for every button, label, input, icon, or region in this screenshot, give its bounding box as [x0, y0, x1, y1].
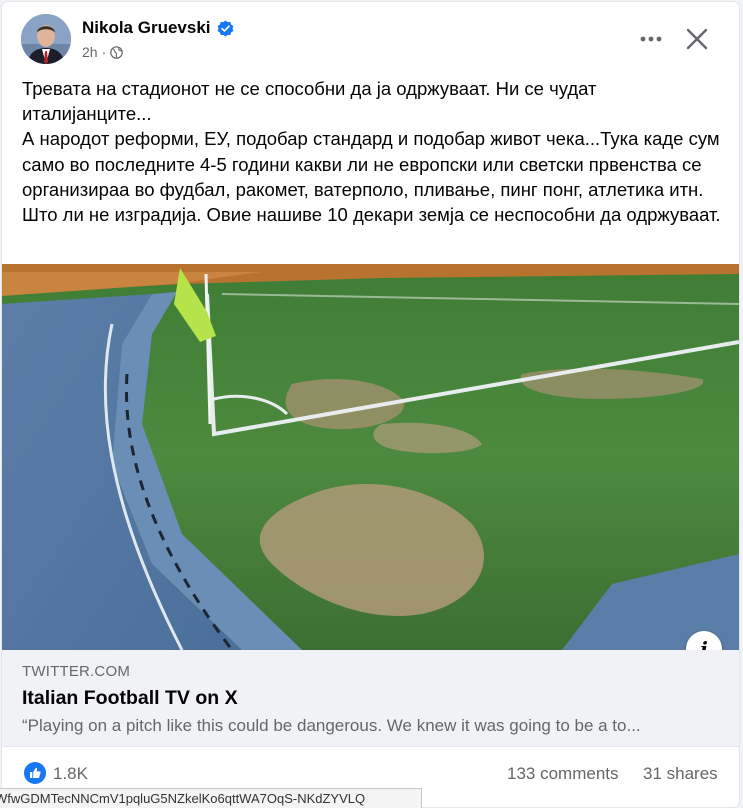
post-meta: 2h · — [82, 44, 124, 60]
author-avatar[interactable] — [21, 14, 71, 64]
post-card: Nikola Gruevski 2h · Тревата на стадионо… — [2, 2, 739, 807]
post-message-paragraph: А народот реформи, ЕУ, подобар стандард … — [22, 128, 721, 226]
close-icon — [686, 28, 708, 50]
like-icon[interactable] — [24, 762, 46, 784]
like-count[interactable]: 1.8K — [53, 764, 88, 784]
globe-icon[interactable] — [110, 45, 124, 59]
post-header: Nikola Gruevski 2h · — [2, 2, 739, 72]
link-preview-image[interactable] — [2, 264, 739, 650]
post-time[interactable]: 2h — [82, 44, 98, 60]
comments-count[interactable]: 133 comments — [507, 764, 619, 784]
close-button[interactable] — [679, 22, 715, 56]
link-domain: TWITTER.COM — [22, 663, 131, 680]
verified-badge-icon — [217, 20, 233, 36]
author-name[interactable]: Nikola Gruevski — [82, 18, 211, 38]
link-description: “Playing on a pitch like this could be d… — [22, 716, 641, 735]
post-message-paragraph: Тревата на стадионот не се способни да ј… — [22, 78, 597, 125]
more-options-icon — [640, 36, 662, 42]
post-message: Тревата на стадионот не се способни да ј… — [22, 76, 722, 227]
link-title[interactable]: Italian Football TV on X — [22, 687, 238, 710]
link-preview[interactable]: TWITTER.COM Italian Football TV on X “Pl… — [2, 650, 739, 747]
status-bar-url: WfwGDMTecNNCmV1pqluG5NZkelKo6qttWA7OqS-N… — [0, 788, 422, 808]
more-options-button[interactable] — [634, 24, 668, 54]
meta-separator: · — [101, 44, 107, 60]
shares-count[interactable]: 31 shares — [643, 764, 718, 784]
